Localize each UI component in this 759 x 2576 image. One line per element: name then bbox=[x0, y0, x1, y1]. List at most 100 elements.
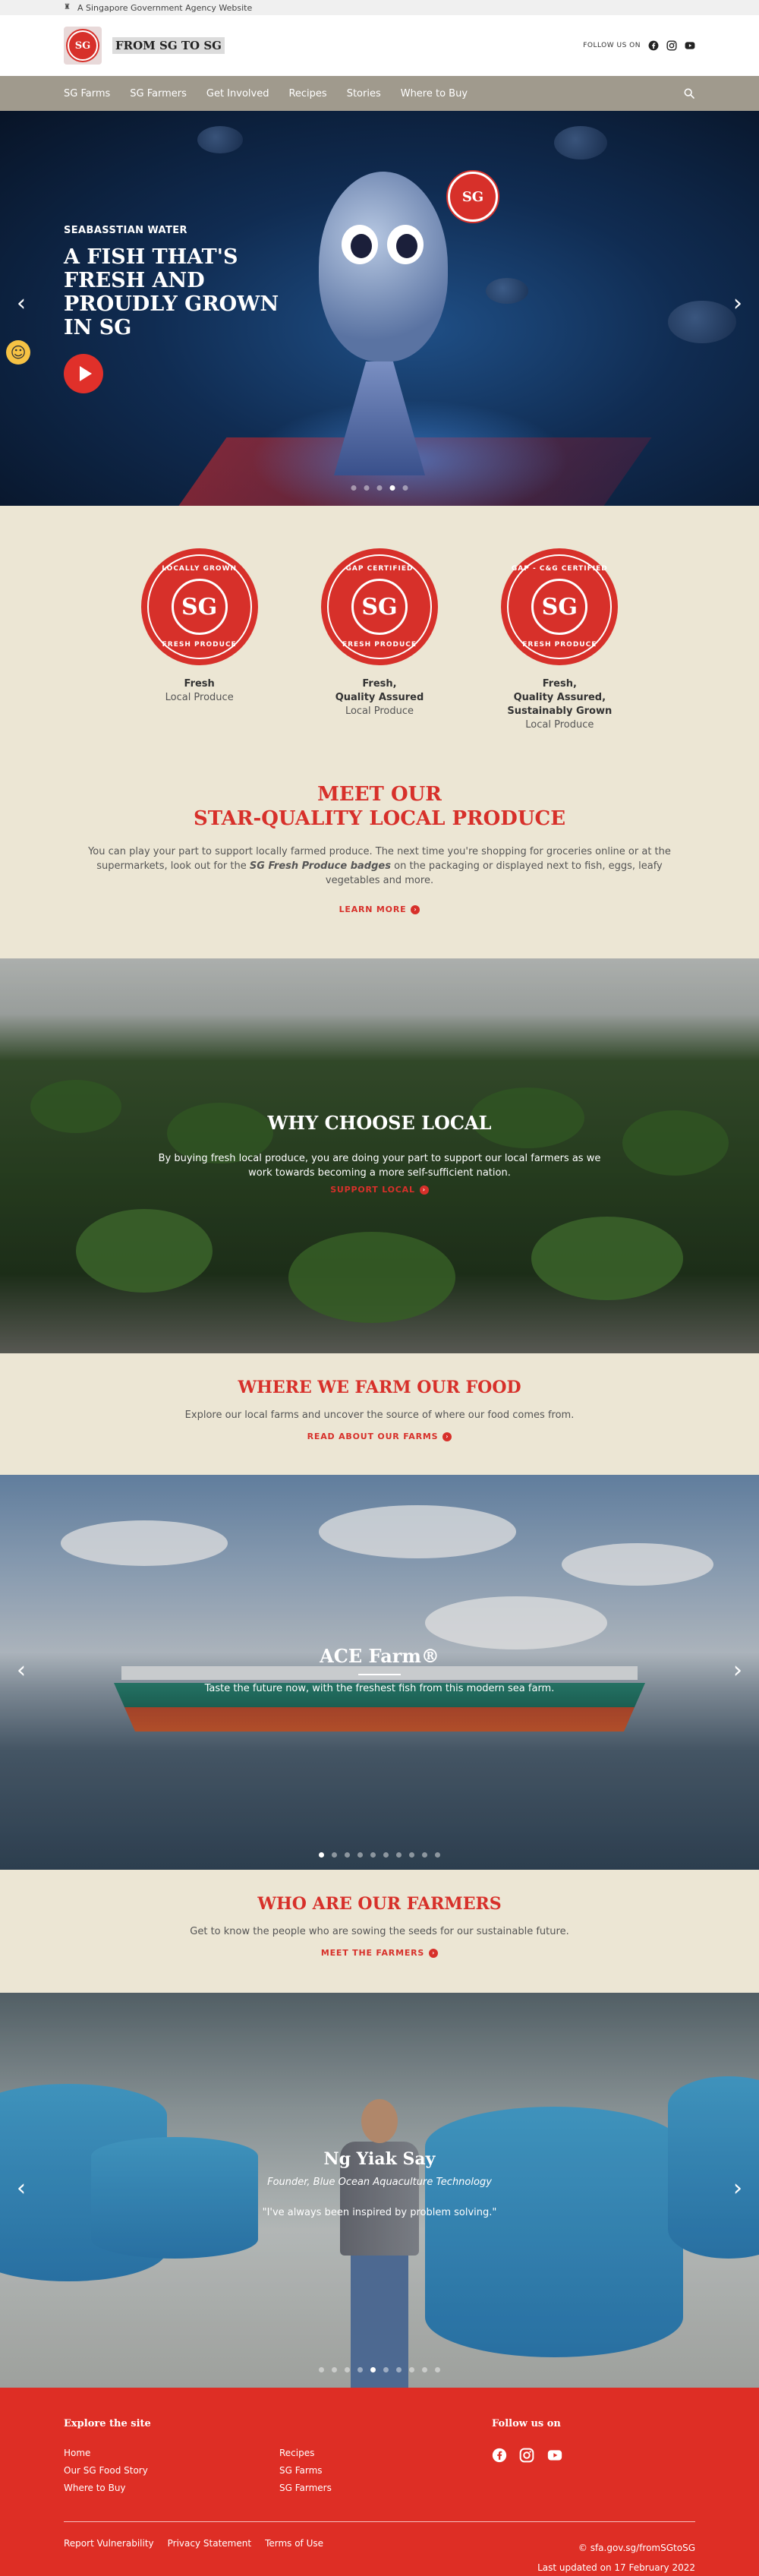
meet-produce-description: You can play your part to support locall… bbox=[68, 844, 691, 888]
footer-legal-links: Report Vulnerability Privacy Statement T… bbox=[64, 2538, 323, 2576]
carousel-dot[interactable] bbox=[376, 485, 383, 491]
badge-subtitle: Local Produce bbox=[165, 692, 234, 703]
gap-certified-badge: GAP CERTIFIED SG FRESH PRODUCE bbox=[320, 548, 438, 665]
carousel-dot[interactable] bbox=[435, 1852, 440, 1858]
who-are-farmers-section: WHO ARE OUR FARMERS Get to know the peop… bbox=[0, 1870, 759, 1993]
meet-farmers-link[interactable]: MEET THE FARMERS › bbox=[0, 1948, 759, 1958]
footer-link-food-story[interactable]: Our SG Food Story bbox=[64, 2465, 279, 2476]
nav-item-sg-farms[interactable]: SG Farms bbox=[64, 88, 110, 99]
privacy-statement-link[interactable]: Privacy Statement bbox=[168, 2538, 251, 2576]
youtube-icon[interactable] bbox=[685, 40, 695, 51]
badge-ring-top: LOCALLY GROWN bbox=[162, 565, 238, 573]
search-icon[interactable] bbox=[683, 87, 695, 99]
terms-of-use-link[interactable]: Terms of Use bbox=[265, 2538, 323, 2576]
carousel-dot[interactable] bbox=[383, 2367, 389, 2372]
carousel-dot[interactable] bbox=[370, 2367, 376, 2372]
footer-link-sg-farms[interactable]: SG Farms bbox=[279, 2465, 492, 2476]
background-fish-image bbox=[486, 278, 528, 304]
footer-link-sg-farmers[interactable]: SG Farmers bbox=[279, 2483, 492, 2493]
carousel-dot[interactable] bbox=[351, 485, 357, 491]
footer-link-where-to-buy[interactable]: Where to Buy bbox=[64, 2483, 279, 2493]
badge-subtitle: Local Produce bbox=[345, 706, 414, 717]
carousel-dot[interactable] bbox=[402, 485, 408, 491]
farmers-title: WHO ARE OUR FARMERS bbox=[257, 1894, 502, 1914]
carousel-dot[interactable] bbox=[345, 1852, 350, 1858]
gov-bar-text: A Singapore Government Agency Website bbox=[77, 2, 253, 13]
hero-carousel: SG SEABASSTIAN WATER A FISH THAT'S FRESH… bbox=[0, 111, 759, 506]
chevron-left-icon[interactable]: ‹ bbox=[17, 2175, 26, 2202]
follow-label: FOLLOW US ON bbox=[583, 42, 641, 49]
carousel-dot[interactable] bbox=[370, 1852, 376, 1858]
farmers-carousel: Ng Yiak Say Founder, Blue Ocean Aquacult… bbox=[0, 1993, 759, 2388]
brand[interactable]: SG FROM SG TO SG bbox=[64, 27, 225, 65]
farm-name: ACE Farm® bbox=[320, 1645, 439, 1667]
why-description: By buying fresh local produce, you are d… bbox=[158, 1153, 601, 1179]
nav-item-recipes[interactable]: Recipes bbox=[288, 88, 326, 99]
carousel-dot[interactable] bbox=[435, 2367, 440, 2372]
support-local-label: SUPPORT LOCAL bbox=[330, 1185, 415, 1195]
carousel-dot[interactable] bbox=[422, 2367, 427, 2372]
carousel-dot[interactable] bbox=[409, 1852, 414, 1858]
badge-item: LOCALLY GROWN SG FRESH PRODUCE Fresh Loc… bbox=[109, 548, 289, 732]
play-video-button[interactable] bbox=[64, 354, 103, 393]
carousel-dot[interactable] bbox=[345, 2367, 350, 2372]
meet-title-line-1: MEET OUR bbox=[317, 783, 442, 806]
footer-meta: © sfa.gov.sg/fromSGtoSG Last updated on … bbox=[537, 2538, 695, 2576]
carousel-dot[interactable] bbox=[332, 1852, 337, 1858]
youtube-icon[interactable] bbox=[546, 2448, 562, 2463]
nav-item-get-involved[interactable]: Get Involved bbox=[206, 88, 269, 99]
nav-item-where-to-buy[interactable]: Where to Buy bbox=[401, 88, 468, 99]
locally-grown-badge: LOCALLY GROWN SG FRESH PRODUCE bbox=[140, 548, 258, 665]
hero-pagination bbox=[351, 485, 408, 491]
farmer-role: Founder, Blue Ocean Aquaculture Technolo… bbox=[267, 2177, 492, 2188]
instagram-icon[interactable] bbox=[666, 40, 677, 51]
footer-explore: Explore the site Home Recipes Our SG Foo… bbox=[64, 2418, 492, 2493]
nav-item-stories[interactable]: Stories bbox=[347, 88, 381, 99]
feedback-smiley-icon[interactable]: ☺ bbox=[6, 340, 30, 365]
carousel-dot[interactable] bbox=[396, 1852, 402, 1858]
carousel-dot[interactable] bbox=[409, 2367, 414, 2372]
meet-farmers-label: MEET THE FARMERS bbox=[320, 1948, 425, 1958]
badge-title: Fresh, Quality Assured bbox=[335, 678, 424, 703]
badge-ring-bottom: FRESH PRODUCE bbox=[342, 641, 417, 649]
farms-carousel: ACE Farm® Taste the future now, with the… bbox=[0, 1475, 759, 1870]
carousel-dot[interactable] bbox=[383, 1852, 389, 1858]
brand-name[interactable]: FROM SG TO SG bbox=[112, 37, 225, 54]
facebook-icon[interactable] bbox=[648, 40, 659, 51]
learn-more-link[interactable]: LEARN MORE › bbox=[64, 904, 695, 914]
follow-title: Follow us on bbox=[492, 2418, 561, 2429]
chevron-left-icon[interactable]: ‹ bbox=[17, 1657, 26, 1684]
nav-item-sg-farmers[interactable]: SG Farmers bbox=[130, 88, 187, 99]
carousel-dot[interactable] bbox=[422, 1852, 427, 1858]
where-we-farm-section: WHERE WE FARM OUR FOOD Explore our local… bbox=[0, 1353, 759, 1475]
chevron-right-icon[interactable]: › bbox=[733, 290, 742, 317]
instagram-icon[interactable] bbox=[519, 2448, 534, 2463]
footer-link-recipes[interactable]: Recipes bbox=[279, 2448, 492, 2458]
footer-link-home[interactable]: Home bbox=[64, 2448, 279, 2458]
carousel-dot[interactable] bbox=[319, 2367, 324, 2372]
site-logo[interactable]: SG bbox=[64, 27, 102, 65]
chevron-right-icon[interactable]: › bbox=[733, 1657, 742, 1684]
carousel-dot[interactable] bbox=[357, 1852, 363, 1858]
facebook-icon[interactable] bbox=[492, 2448, 507, 2463]
read-farms-link[interactable]: READ ABOUT OUR FARMS › bbox=[0, 1432, 759, 1441]
carousel-dot[interactable] bbox=[364, 485, 370, 491]
why-choose-local-banner: WHY CHOOSE LOCAL By buying fresh local p… bbox=[0, 958, 759, 1353]
report-vulnerability-link[interactable]: Report Vulnerability bbox=[64, 2538, 154, 2576]
carousel-dot[interactable] bbox=[396, 2367, 402, 2372]
farm-tagline: Taste the future now, with the freshest … bbox=[204, 1683, 555, 1694]
chevron-right-icon[interactable]: › bbox=[733, 2175, 742, 2202]
arrow-right-icon: › bbox=[429, 1948, 439, 1958]
farmers-pagination bbox=[319, 2367, 440, 2372]
hero-text: SEABASSTIAN WATER A FISH THAT'S FRESH AN… bbox=[64, 225, 307, 339]
carousel-dot[interactable] bbox=[389, 485, 395, 491]
background-fish-image bbox=[554, 126, 607, 159]
chevron-left-icon[interactable]: ‹ bbox=[17, 290, 26, 317]
site-header: SG FROM SG TO SG FOLLOW US ON bbox=[0, 15, 759, 76]
carousel-dot[interactable] bbox=[319, 1852, 324, 1858]
carousel-dot[interactable] bbox=[332, 2367, 337, 2372]
support-local-link[interactable]: SUPPORT LOCAL › bbox=[0, 1185, 759, 1195]
farmers-description: Get to know the people who are sowing th… bbox=[190, 1926, 569, 1937]
image-overlay bbox=[0, 1475, 759, 1870]
carousel-dot[interactable] bbox=[357, 2367, 363, 2372]
